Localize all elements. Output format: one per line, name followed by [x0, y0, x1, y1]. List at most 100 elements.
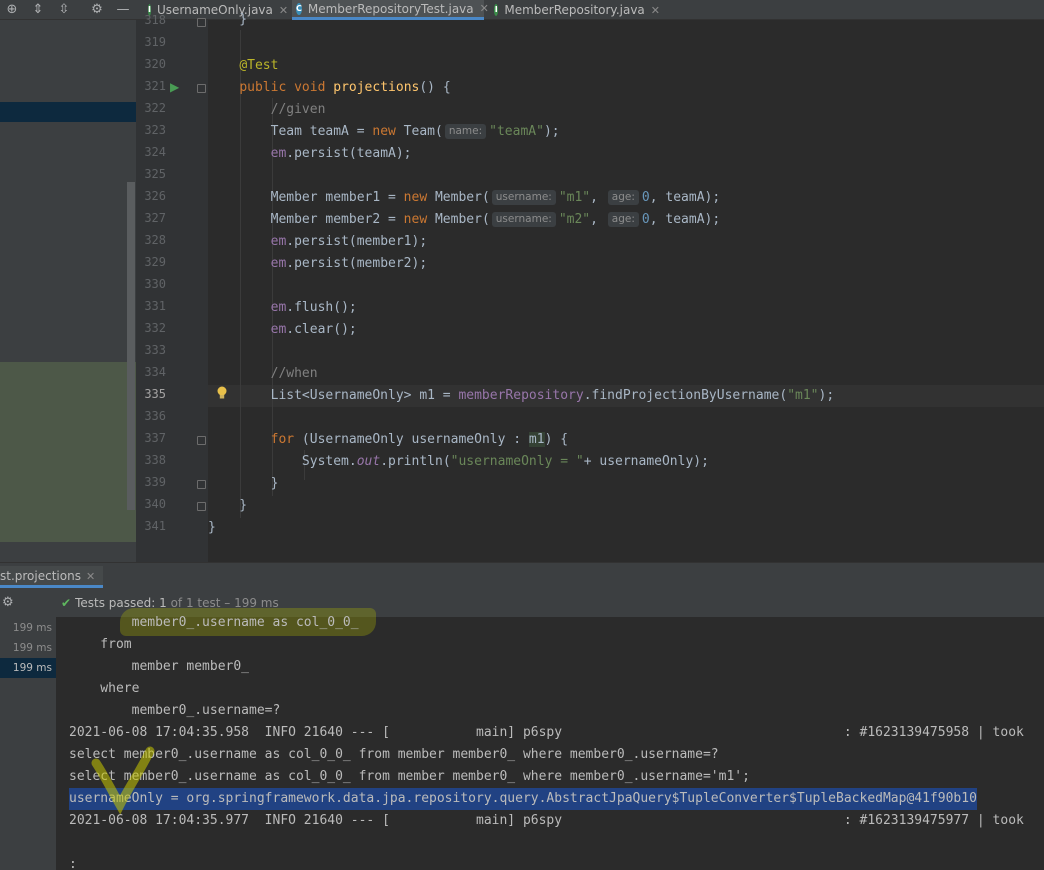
- test-tree-row[interactable]: 199 ms: [0, 638, 56, 658]
- line-number: 336: [144, 409, 166, 423]
- static-field: out: [356, 454, 381, 469]
- code-line-339[interactable]: }: [208, 473, 279, 495]
- gear-icon[interactable]: ⚙: [88, 1, 106, 19]
- line-number: 321: [144, 79, 166, 93]
- field: em: [270, 322, 287, 337]
- collapse-all-icon[interactable]: ⇳: [55, 1, 73, 19]
- run-test-icon[interactable]: ▶: [170, 80, 184, 94]
- line-number: 319: [144, 35, 166, 49]
- line-number: 332: [144, 321, 166, 335]
- param-hint: name:: [444, 124, 487, 139]
- run-tab[interactable]: st.projections ✕: [0, 566, 104, 588]
- code-editor[interactable]: [208, 20, 1044, 562]
- code-line-338[interactable]: System.out.println("usernameOnly = "+ us…: [208, 451, 709, 473]
- line-number: 329: [144, 255, 166, 269]
- console-line[interactable]: where: [69, 678, 139, 700]
- line-number: 326: [144, 189, 166, 203]
- keyword: new: [403, 212, 428, 227]
- number-literal: 0: [641, 212, 650, 227]
- line-number: 322: [144, 101, 166, 115]
- code-line-334[interactable]: //when: [208, 363, 318, 385]
- console-line[interactable]: member0_.username=?: [69, 700, 281, 722]
- console-line[interactable]: select member0_.username as col_0_0_ fro…: [69, 766, 750, 788]
- line-number: 334: [144, 365, 166, 379]
- gear-icon[interactable]: ⚙: [2, 595, 18, 611]
- tab-memberrepository[interactable]: I MemberRepository.java ✕: [490, 0, 660, 20]
- string-literal: "m1": [787, 388, 819, 403]
- code-line-328[interactable]: em.persist(member1);: [208, 231, 428, 253]
- line-number: 324: [144, 145, 166, 159]
- code-line-331[interactable]: em.flush();: [208, 297, 357, 319]
- console-line[interactable]: from: [69, 634, 131, 656]
- fold-marker[interactable]: [197, 84, 206, 93]
- target-icon[interactable]: ⊕: [3, 1, 21, 19]
- project-highlight-block: [0, 362, 136, 542]
- fold-marker[interactable]: [197, 502, 206, 511]
- line-number: 333: [144, 343, 166, 357]
- test-tree-row[interactable]: 199 ms: [0, 618, 56, 638]
- method-name: projections: [333, 80, 420, 95]
- line-number: 320: [144, 57, 166, 71]
- keyword: void: [294, 80, 326, 95]
- line-number: 335: [144, 387, 166, 401]
- line-number: 327: [144, 211, 166, 225]
- run-tool-window-header: [0, 562, 1044, 590]
- tab-memberrepositorytest[interactable]: C MemberRepositoryTest.java ✕: [292, 0, 489, 20]
- project-panel[interactable]: [0, 20, 136, 562]
- field: memberRepository: [458, 388, 584, 403]
- line-number: 318: [144, 13, 166, 27]
- fold-marker[interactable]: [197, 18, 206, 27]
- code-line-332[interactable]: em.clear();: [208, 319, 357, 341]
- line-number: 323: [144, 123, 166, 137]
- code-line-318[interactable]: }: [208, 9, 247, 31]
- project-selected-row[interactable]: [0, 102, 136, 122]
- check-marker-annotation: [91, 746, 155, 815]
- test-tree[interactable]: 199 ms 199 ms 199 ms: [0, 617, 56, 870]
- line-number: 339: [144, 475, 166, 489]
- field: em: [270, 234, 287, 249]
- console-line[interactable]: :: [69, 854, 77, 870]
- string-literal: "m2": [558, 212, 591, 227]
- param-hint: age:: [607, 212, 639, 227]
- console-line-selected[interactable]: usernameOnly = org.springframework.data.…: [69, 788, 977, 810]
- close-icon[interactable]: ✕: [86, 570, 95, 583]
- string-literal: "teamA": [489, 124, 544, 139]
- code-line-326[interactable]: Member member1 = new Member(username: "m1…: [208, 187, 720, 209]
- test-tree-row[interactable]: 199 ms: [0, 658, 56, 678]
- console-line[interactable]: 2021-06-08 17:04:35.977 INFO 21640 --- […: [69, 810, 1024, 832]
- code-line-329[interactable]: em.persist(member2);: [208, 253, 428, 275]
- close-icon[interactable]: ✕: [279, 4, 288, 17]
- keyword: for: [270, 432, 295, 447]
- comment: //given: [270, 102, 326, 117]
- code-line-324[interactable]: em.persist(teamA);: [208, 143, 412, 165]
- field: em: [270, 146, 287, 161]
- code-line-321[interactable]: public void projections() {: [208, 77, 450, 99]
- check-icon: ✔: [61, 596, 72, 610]
- console-line[interactable]: member member0_: [69, 656, 249, 678]
- line-number: 341: [144, 519, 166, 533]
- keyword: public: [239, 80, 287, 95]
- line-number: 325: [144, 167, 166, 181]
- code-line-327[interactable]: Member member2 = new Member(username: "m2…: [208, 209, 720, 231]
- console-line[interactable]: member0_.username as col_0_0_: [69, 612, 359, 634]
- code-line-322[interactable]: //given: [208, 99, 326, 121]
- keyword: new: [372, 124, 396, 139]
- code-line-320[interactable]: @Test: [208, 55, 278, 77]
- code-line-341[interactable]: }: [208, 517, 216, 539]
- code-line-323[interactable]: Team teamA = new Team(name: "teamA");: [208, 121, 560, 143]
- minimize-icon[interactable]: —: [114, 1, 132, 19]
- close-icon[interactable]: ✕: [480, 2, 489, 15]
- close-icon[interactable]: ✕: [651, 4, 660, 17]
- fold-marker[interactable]: [197, 436, 206, 445]
- fold-marker[interactable]: [197, 480, 206, 489]
- project-scrollbar[interactable]: [127, 182, 135, 510]
- annotation-test: @Test: [239, 58, 279, 73]
- interface-icon: I: [494, 4, 499, 16]
- keyword: new: [403, 190, 428, 205]
- line-number: 328: [144, 233, 166, 247]
- console-line[interactable]: 2021-06-08 17:04:35.958 INFO 21640 --- […: [69, 722, 1024, 744]
- code-line-340[interactable]: }: [208, 495, 247, 517]
- code-line-337[interactable]: for (UsernameOnly usernameOnly : m1) {: [208, 429, 568, 451]
- expand-all-icon[interactable]: ⇕: [29, 1, 47, 19]
- code-line-335[interactable]: List<UsernameOnly> m1 = memberRepository…: [208, 385, 835, 407]
